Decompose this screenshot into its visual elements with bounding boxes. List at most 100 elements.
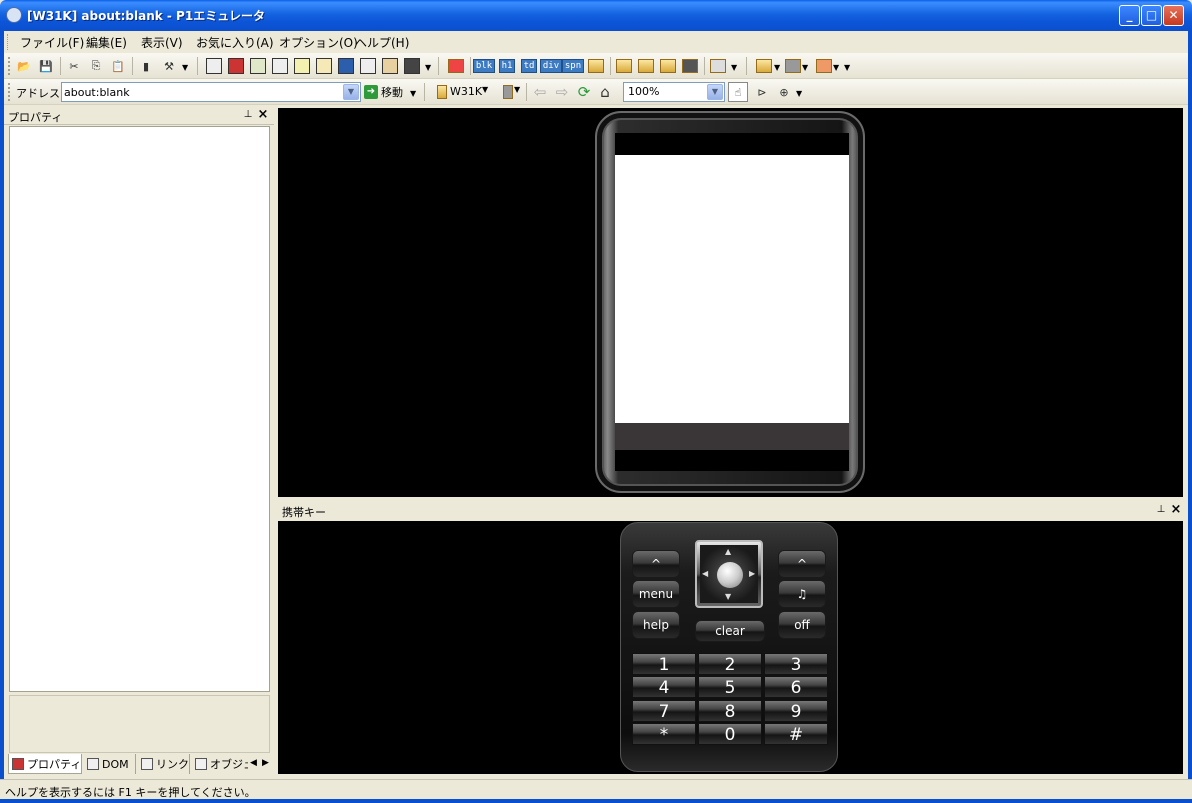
zoom-combobox[interactable]: 100% ▼	[623, 82, 725, 102]
go-dropdown-icon[interactable]: ▼	[410, 89, 416, 98]
target-icon[interactable]: ⊕	[774, 82, 794, 102]
close-button[interactable]: ✕	[1163, 5, 1184, 26]
address-input[interactable]	[64, 84, 340, 100]
toolbar-overflow-icon[interactable]: ▼	[844, 63, 850, 72]
menu-favorites[interactable]: お気に入り(A)	[196, 34, 274, 51]
layout-image-icon[interactable]	[248, 56, 268, 76]
device-dropdown-icon[interactable]: ▼	[482, 85, 488, 94]
device-settings-icon[interactable]	[783, 56, 803, 76]
insert-spn-button[interactable]: spn	[561, 56, 585, 76]
dpad[interactable]: ▲ ▼ ◀ ▶	[695, 540, 763, 608]
key-7[interactable]: 7	[632, 700, 696, 722]
dpad-up-icon[interactable]: ▲	[725, 547, 731, 556]
layout-person-icon[interactable]	[380, 56, 400, 76]
paste-icon[interactable]: 📋	[108, 56, 128, 76]
back-icon[interactable]: ⇦	[530, 82, 550, 102]
properties-list[interactable]	[9, 126, 270, 692]
lock-icon[interactable]	[402, 56, 422, 76]
layout-window-icon[interactable]	[336, 56, 356, 76]
layout-list-icon[interactable]	[292, 56, 312, 76]
dpad-right-icon[interactable]: ▶	[749, 569, 755, 578]
toolbar-grip[interactable]	[8, 83, 11, 101]
key-off[interactable]: off	[778, 611, 826, 639]
layout-dropdown-icon[interactable]: ▼	[425, 63, 431, 72]
menu-view[interactable]: 表示(V)	[141, 34, 183, 51]
key-8[interactable]: 8	[698, 700, 762, 722]
layout-table-icon[interactable]	[226, 56, 246, 76]
device-config-dropdown-icon[interactable]: ▼	[774, 63, 780, 72]
zoom-dropdown-icon[interactable]: ▼	[707, 84, 723, 100]
layout-page-icon[interactable]	[314, 56, 334, 76]
menubar-grip[interactable]	[7, 34, 10, 50]
address-dropdown-icon[interactable]: ▼	[343, 84, 359, 100]
hand-tool-icon[interactable]: ☝	[728, 82, 748, 102]
key-hash[interactable]: #	[764, 723, 828, 745]
insert-td-button[interactable]: td	[519, 56, 539, 76]
panel-close-icon[interactable]: ×	[257, 108, 269, 122]
key-6[interactable]: 6	[764, 676, 828, 698]
key-5[interactable]: 5	[698, 676, 762, 698]
layout-frame-icon[interactable]	[204, 56, 224, 76]
open-folder-icon[interactable]: 📂	[14, 56, 34, 76]
insert-div-button[interactable]: div	[539, 56, 563, 76]
target-dropdown-icon[interactable]: ▼	[796, 89, 802, 98]
tab-objects[interactable]: オブジェクト	[192, 754, 248, 774]
pin-icon[interactable]: ⊥	[242, 109, 254, 121]
save-icon[interactable]: 💾	[36, 56, 56, 76]
key-clear[interactable]: clear	[695, 620, 765, 642]
tab-properties[interactable]: プロパティ	[8, 754, 82, 774]
insert-string-icon[interactable]	[614, 56, 634, 76]
menu-file[interactable]: ファイル(F)	[20, 34, 84, 51]
copy-icon[interactable]: ⎘	[86, 56, 106, 76]
insert-link-icon[interactable]	[658, 56, 678, 76]
key-4[interactable]: 4	[632, 676, 696, 698]
key-menu[interactable]: menu	[632, 580, 680, 608]
layout-text-icon[interactable]	[270, 56, 290, 76]
device-switch-dropdown-icon[interactable]: ▼	[514, 85, 520, 94]
device-info-dropdown-icon[interactable]: ▼	[833, 63, 839, 72]
key-3[interactable]: 3	[764, 653, 828, 675]
go-button[interactable]: ➜ 移動	[364, 82, 403, 102]
key-0[interactable]: 0	[698, 723, 762, 745]
tab-scroll-left-icon[interactable]: ◀	[250, 758, 257, 768]
key-star[interactable]: *	[632, 723, 696, 745]
erase-icon[interactable]	[446, 56, 466, 76]
device-settings-dropdown-icon[interactable]: ▼	[802, 63, 808, 72]
menu-options[interactable]: オプション(O)	[279, 34, 358, 51]
title-bar[interactable]: [W31K] about:blank - P1エミュレータ _ □ ✕	[0, 0, 1192, 31]
keypad-close-icon[interactable]: ×	[1170, 503, 1182, 517]
dpad-center-button[interactable]	[717, 562, 743, 588]
address-combobox[interactable]: ▼	[61, 82, 361, 102]
menu-edit[interactable]: 編集(E)	[86, 34, 127, 51]
insert-object-icon[interactable]	[680, 56, 700, 76]
key-help[interactable]: help	[632, 611, 680, 639]
dpad-left-icon[interactable]: ◀	[702, 569, 708, 578]
layout-grid-icon[interactable]	[358, 56, 378, 76]
phone-icon[interactable]: ▮	[136, 56, 156, 76]
key-up-left[interactable]: ^	[632, 550, 680, 578]
tab-links[interactable]: リンク	[138, 754, 190, 774]
key-up-right[interactable]: ^	[778, 550, 826, 578]
device-info-icon[interactable]	[814, 56, 834, 76]
keypad-pin-icon[interactable]: ⊥	[1155, 504, 1167, 516]
insert-blk-button[interactable]: blk	[472, 56, 496, 76]
insert-h1-button[interactable]: h1	[497, 56, 517, 76]
key-9[interactable]: 9	[764, 700, 828, 722]
dpad-down-icon[interactable]: ▼	[725, 592, 731, 601]
menu-help[interactable]: ヘルプ(H)	[355, 34, 409, 51]
tab-scroll-right-icon[interactable]: ▶	[262, 758, 269, 768]
cut-icon[interactable]: ✂	[64, 56, 84, 76]
step-icon[interactable]: ⊳	[752, 82, 772, 102]
key-1[interactable]: 1	[632, 653, 696, 675]
insert-wml-icon[interactable]	[636, 56, 656, 76]
tools-icon[interactable]: ⚒	[159, 56, 179, 76]
key-2[interactable]: 2	[698, 653, 762, 675]
minimize-button[interactable]: _	[1119, 5, 1140, 26]
tools-dropdown-icon[interactable]: ▼	[182, 63, 188, 72]
device-phone-icon[interactable]	[432, 82, 452, 102]
maximize-button[interactable]: □	[1141, 5, 1162, 26]
home-icon[interactable]: ⌂	[595, 82, 615, 102]
refresh-icon[interactable]: ⟳	[574, 82, 594, 102]
device-label[interactable]: W31K	[450, 85, 482, 98]
insert-tag-icon[interactable]	[586, 56, 606, 76]
